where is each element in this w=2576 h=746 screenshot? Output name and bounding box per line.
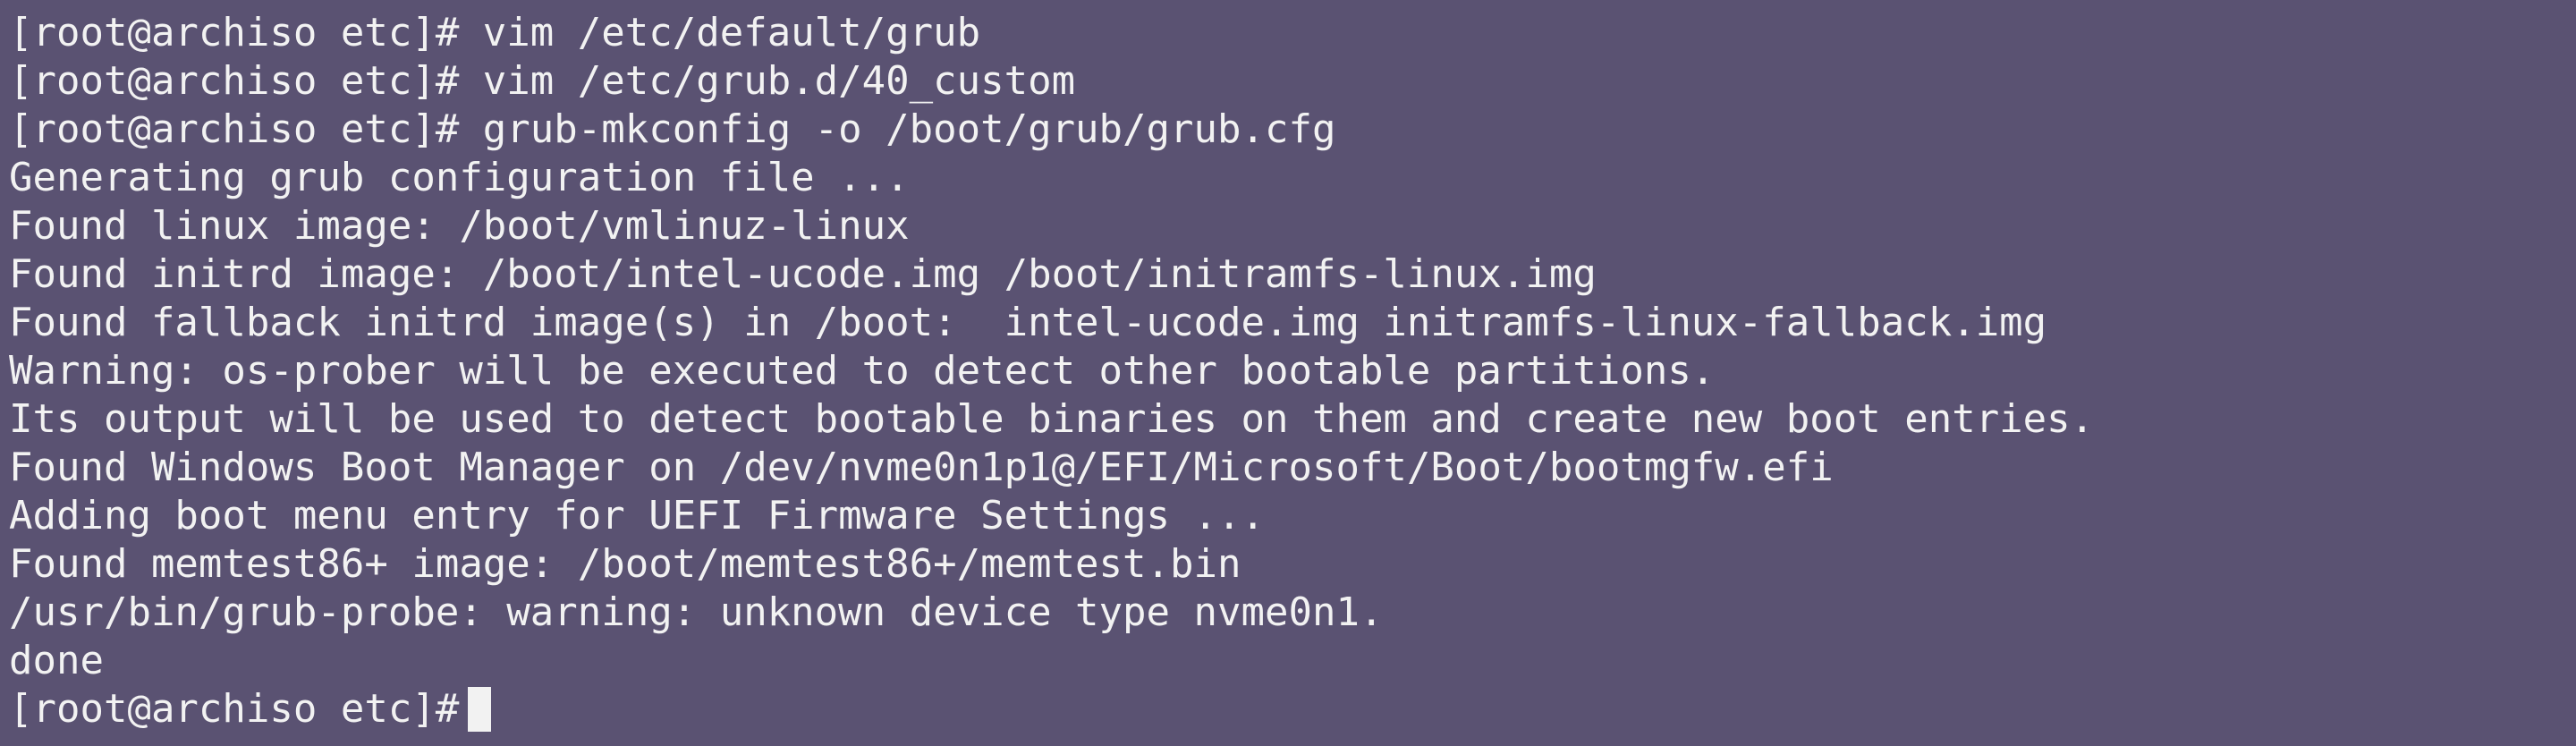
shell-prompt: [root@archiso etc]#: [9, 686, 460, 732]
terminal-line: [root@archiso etc]# grub-mkconfig -o /bo…: [9, 106, 1336, 152]
terminal-line: Found initrd image: /boot/intel-ucode.im…: [9, 251, 1597, 297]
terminal-line: /usr/bin/grub-probe: warning: unknown de…: [9, 589, 1384, 635]
terminal-line: Found Windows Boot Manager on /dev/nvme0…: [9, 445, 1834, 490]
text-cursor: [468, 687, 492, 732]
terminal-window[interactable]: [root@archiso etc]# vim /etc/default/gru…: [0, 0, 2576, 746]
terminal-line: Its output will be used to detect bootab…: [9, 396, 2095, 442]
terminal-line: Found memtest86+ image: /boot/memtest86+…: [9, 541, 1241, 587]
terminal-line: [root@archiso etc]# vim /etc/grub.d/40_c…: [9, 58, 1076, 104]
terminal-line: Found linux image: /boot/vmlinuz-linux: [9, 203, 910, 249]
terminal-line: Found fallback initrd image(s) in /boot:…: [9, 300, 2047, 345]
terminal-line: [root@archiso etc]# vim /etc/default/gru…: [9, 10, 981, 55]
terminal-line: done: [9, 638, 104, 683]
terminal-line: Warning: os-prober will be executed to d…: [9, 348, 1716, 394]
terminal-line: Adding boot menu entry for UEFI Firmware…: [9, 493, 1265, 538]
prompt-line[interactable]: [root@archiso etc]#: [9, 685, 2576, 733]
terminal-line: Generating grub configuration file ...: [9, 155, 910, 200]
